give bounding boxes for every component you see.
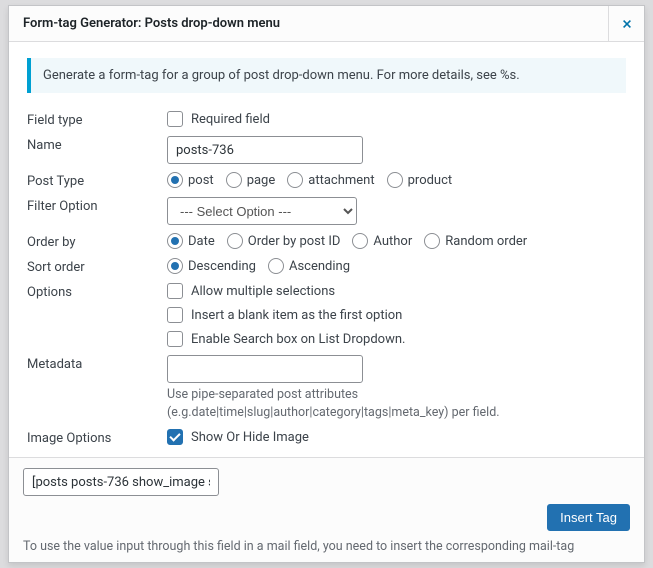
filter-option-select[interactable]: --- Select Option ---	[167, 197, 357, 225]
sort-order-radios: Descending Ascending	[167, 258, 626, 274]
show-image-row[interactable]: Show Or Hide Image	[167, 429, 626, 445]
metadata-input[interactable]	[167, 355, 363, 383]
required-field-row[interactable]: Required field	[167, 111, 626, 127]
post-type-attachment[interactable]: attachment	[287, 172, 374, 188]
sort-order-label: Sort order	[27, 254, 167, 279]
name-label: Name	[27, 132, 167, 168]
orderby-random[interactable]: Random order	[424, 233, 527, 249]
close-icon	[619, 16, 635, 32]
shortcode-output[interactable]	[23, 468, 219, 496]
close-button[interactable]	[608, 6, 644, 42]
required-label: Required field	[191, 112, 270, 127]
show-image-checkbox[interactable]	[167, 429, 183, 445]
post-type-page[interactable]: page	[226, 172, 276, 188]
form-tag-generator-modal: Form-tag Generator: Posts drop-down menu…	[8, 5, 645, 563]
option-blank[interactable]: Insert a blank item as the first option	[167, 307, 626, 323]
modal-body: Generate a form-tag for a group of post …	[9, 42, 644, 457]
show-image-label: Show Or Hide Image	[191, 430, 309, 445]
image-options-label: Image Options	[27, 425, 167, 450]
metadata-label: Metadata	[27, 351, 167, 425]
post-type-label: Post Type	[27, 168, 167, 193]
modal-title: Form-tag Generator: Posts drop-down menu	[23, 16, 280, 31]
modal-header: Form-tag Generator: Posts drop-down menu	[9, 6, 644, 42]
orderby-date[interactable]: Date	[167, 233, 215, 249]
post-type-product[interactable]: product	[387, 172, 453, 188]
option-search[interactable]: Enable Search box on List Dropdown.	[167, 331, 626, 347]
order-by-label: Order by	[27, 229, 167, 254]
form-fields-table: Field type Required field Name Post Type	[27, 107, 626, 450]
modal-footer: Insert Tag To use the value input throug…	[9, 457, 644, 562]
sort-desc[interactable]: Descending	[167, 258, 256, 274]
orderby-id[interactable]: Order by post ID	[227, 233, 341, 249]
filter-option-label: Filter Option	[27, 193, 167, 229]
option-multiple[interactable]: Allow multiple selections	[167, 283, 626, 299]
metadata-hint: Use pipe-separated post attributes (e.g.…	[167, 386, 626, 421]
post-type-radios: post page attachment product	[167, 172, 626, 188]
field-type-label: Field type	[27, 107, 167, 132]
post-type-post[interactable]: post	[167, 172, 214, 188]
description-banner: Generate a form-tag for a group of post …	[27, 58, 626, 93]
options-label: Options	[27, 279, 167, 351]
name-input[interactable]	[167, 136, 363, 164]
sort-asc[interactable]: Ascending	[268, 258, 350, 274]
orderby-author[interactable]: Author	[352, 233, 412, 249]
options-stack: Allow multiple selections Insert a blank…	[167, 283, 626, 347]
insert-tag-button[interactable]: Insert Tag	[547, 504, 630, 531]
required-checkbox[interactable]	[167, 111, 183, 127]
order-by-radios: Date Order by post ID Author Random orde…	[167, 233, 626, 249]
footer-note: To use the value input through this fiel…	[23, 539, 630, 554]
